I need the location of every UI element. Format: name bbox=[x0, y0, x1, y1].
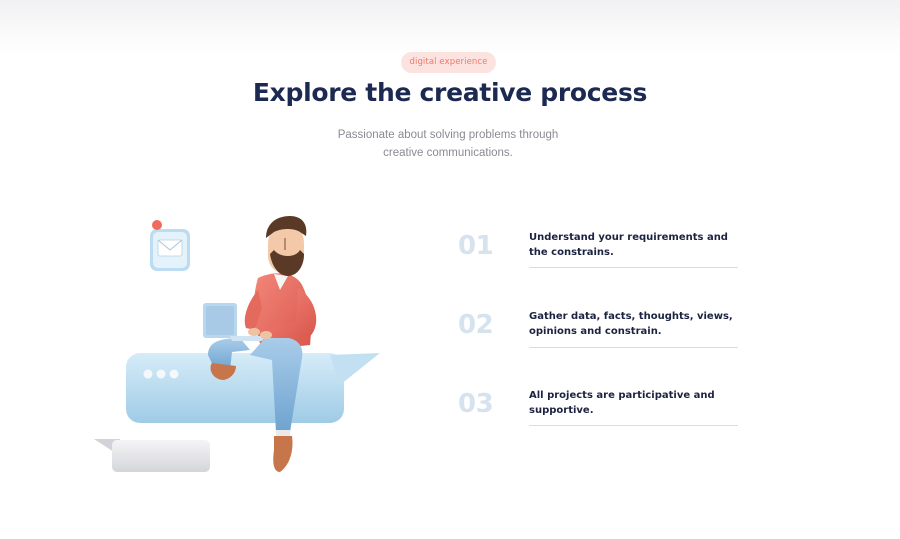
step-item: 01 Understand your requirements and the … bbox=[456, 228, 746, 288]
grey-chat-bubble bbox=[94, 439, 210, 472]
mail-icon bbox=[150, 220, 190, 271]
step-number: 02 bbox=[458, 310, 494, 340]
step-item: 02 Gather data, facts, thoughts, views, … bbox=[456, 307, 746, 367]
blue-chat-bubble bbox=[126, 353, 380, 423]
category-badge: digital experience bbox=[401, 52, 496, 73]
page-subtitle: Passionate about solving problems throug… bbox=[337, 129, 559, 159]
step-divider bbox=[529, 425, 738, 426]
step-text: Gather data, facts, thoughts, views, opi… bbox=[529, 311, 733, 337]
step-number: 01 bbox=[458, 231, 494, 261]
step-text: Understand your requirements and the con… bbox=[529, 232, 728, 258]
header-background bbox=[0, 0, 900, 60]
man-with-laptop bbox=[203, 216, 317, 472]
hero-illustration bbox=[90, 210, 390, 480]
step-text: All projects are participative and suppo… bbox=[529, 390, 715, 416]
step-divider bbox=[529, 267, 738, 268]
page-title: Explore the creative process bbox=[252, 78, 648, 107]
man-on-chat-bubble-illustration bbox=[94, 216, 380, 472]
step-number: 03 bbox=[458, 389, 494, 419]
step-item: 03 All projects are participative and su… bbox=[456, 386, 746, 446]
step-divider bbox=[529, 347, 738, 348]
